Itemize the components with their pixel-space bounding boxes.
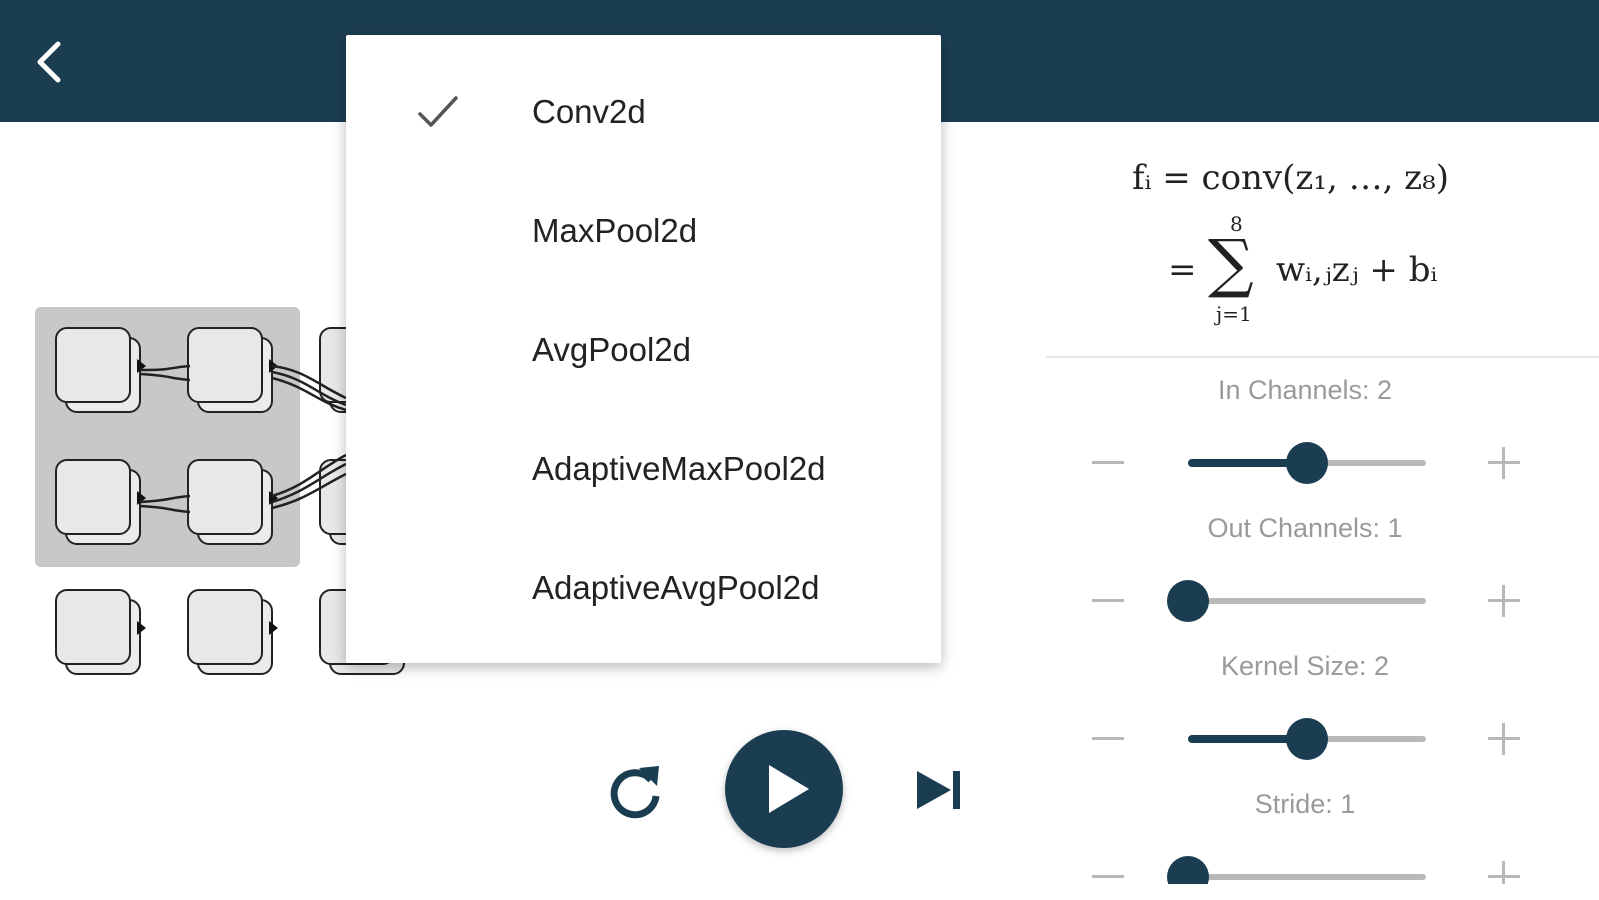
menu-item-label: Conv2d [532,92,646,130]
sum-lower-bound: j=1 [1216,302,1252,326]
in-channels-minus-button[interactable] [1088,443,1128,483]
replay-icon [610,766,660,819]
menu-item-label: AdaptiveMaxPool2d [532,449,826,487]
menu-item-adaptiveavgpool2d[interactable]: AdaptiveAvgPool2d [346,528,941,647]
step-forward-button[interactable] [915,765,965,815]
stride-label: Stride: 1 [1254,789,1356,819]
play-icon [769,765,809,813]
kernel-size-plus-button[interactable] [1484,719,1524,759]
in-channels-slider[interactable] [1188,442,1426,484]
menu-item-conv2d[interactable]: Conv2d [346,52,941,171]
kernel-size-label: Kernel Size: 2 [1220,651,1390,681]
menu-item-label: MaxPool2d [532,211,698,249]
divider [1046,356,1599,358]
slider-thumb[interactable] [1286,718,1328,760]
formula-equals: = [1168,250,1197,290]
formula-line-2: wᵢ,ⱼzⱼ + bᵢ [1276,250,1438,290]
slider-thumb[interactable] [1286,442,1328,484]
in-channels-label: In Channels: 2 [1217,375,1393,405]
menu-item-label: AvgPool2d [532,330,692,368]
slider-thumb[interactable] [1167,580,1209,622]
sum-symbol: ∑ [1208,227,1254,301]
play-button[interactable] [725,730,843,848]
skip-next-icon [917,771,960,809]
kernel-size-slider[interactable] [1188,718,1426,760]
kernel-size-minus-button[interactable] [1088,719,1128,759]
formula-line-1: fᵢ = conv(z₁, …, z₈) [1132,158,1449,198]
menu-item-adaptivemaxpool2d[interactable]: AdaptiveMaxPool2d [346,409,941,528]
layer-formula: fᵢ = conv(z₁, …, z₈) = 8 ∑ j=1 wᵢ,ⱼzⱼ + … [1080,150,1540,340]
layer-type-menu: Conv2d MaxPool2d AvgPool2d AdaptiveMaxPo… [346,35,941,663]
in-channels-plus-button[interactable] [1484,443,1524,483]
out-channels-minus-button[interactable] [1088,581,1128,621]
out-channels-slider[interactable] [1167,580,1426,622]
out-channels-plus-button[interactable] [1484,581,1524,621]
bottom-edge [0,884,1599,900]
replay-button[interactable] [603,758,667,822]
out-channels-label: Out Channels: 1 [1207,513,1403,543]
menu-item-maxpool2d[interactable]: MaxPool2d [346,171,941,290]
check-icon [418,95,458,127]
menu-item-avgpool2d[interactable]: AvgPool2d [346,290,941,409]
menu-item-label: AdaptiveAvgPool2d [532,568,820,606]
